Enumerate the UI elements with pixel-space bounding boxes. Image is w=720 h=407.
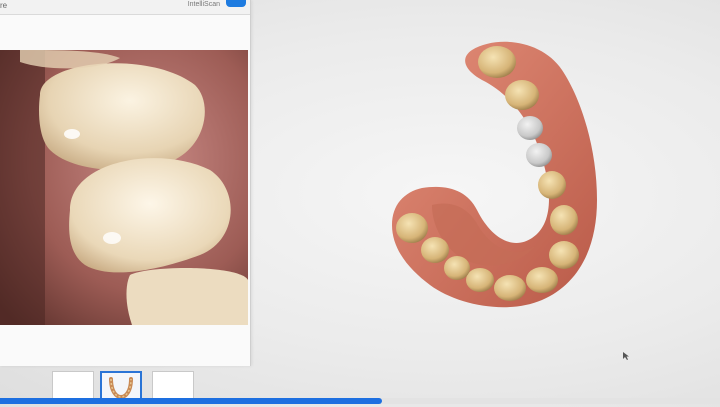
intelliscan-toggle[interactable] <box>226 0 246 7</box>
camera-live-feed <box>0 50 248 325</box>
intraoral-camera-panel: re IntelliScan <box>0 0 251 366</box>
camera-panel-header: re IntelliScan <box>0 0 250 15</box>
scan-progress-fill <box>0 398 382 404</box>
lower-jaw-3d-model[interactable] <box>252 0 720 366</box>
live-tooth-image <box>0 50 248 325</box>
mouse-cursor-icon <box>623 352 629 360</box>
intelliscan-label: IntelliScan <box>187 1 220 8</box>
camera-panel-title: re <box>0 1 8 10</box>
scan-progress-bar <box>0 398 720 404</box>
3d-model-viewport[interactable] <box>252 0 720 366</box>
